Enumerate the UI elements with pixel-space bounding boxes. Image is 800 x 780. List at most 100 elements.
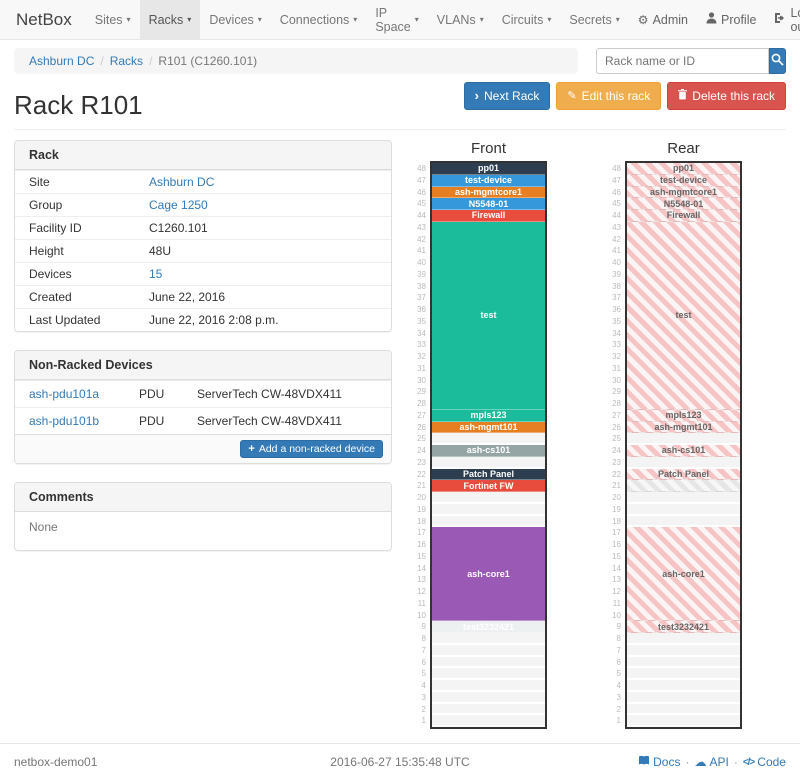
search-icon [771, 53, 784, 69]
rack-device-test-device[interactable]: test-device [432, 175, 545, 187]
rack-device-ash-cs101[interactable]: ash-cs101 [627, 445, 740, 457]
rack-device-fortinet-fw[interactable]: Fortinet FW [432, 480, 545, 492]
api-label: API [709, 755, 728, 769]
breadcrumb-separator: / [149, 54, 152, 68]
nav-item-secrets[interactable]: Secrets▾ [560, 0, 628, 39]
unit-number: 35 [412, 316, 430, 328]
nav-item-ip-space[interactable]: IP Space▾ [366, 0, 427, 39]
last-updated-value: June 22, 2016 2:08 p.m. [149, 313, 278, 327]
rack-search-input[interactable] [596, 48, 769, 74]
device-link[interactable]: ash-pdu101b [29, 414, 139, 428]
profile-label: Profile [721, 13, 756, 27]
device-link[interactable]: ash-pdu101a [29, 387, 139, 401]
rack-elevation-front: Front 4847464544434241403938373635343332… [412, 140, 547, 729]
rear-unit-numbers: 4847464544434241403938373635343332313029… [607, 161, 625, 729]
attr-label: Facility ID [29, 221, 149, 235]
edit-rack-button[interactable]: ✎ Edit this rack [556, 82, 661, 110]
unit-number: 41 [412, 245, 430, 257]
user-icon [706, 12, 717, 27]
height-value: 48U [149, 244, 171, 258]
admin-link[interactable]: ⚙ Admin [629, 0, 697, 39]
rack-device-mpls123[interactable]: mpls123 [432, 410, 545, 422]
rack-device-firewall[interactable]: Firewall [627, 210, 740, 222]
unit-number: 28 [412, 398, 430, 410]
nav-item-connections[interactable]: Connections▾ [271, 0, 367, 39]
rack-unit-empty [432, 433, 545, 445]
rack-device-ash-mgmt101[interactable]: ash-mgmt101 [432, 422, 545, 434]
unit-number: 4 [412, 680, 430, 692]
unit-number: 39 [607, 269, 625, 281]
rack-elevation-rear: Rear 48474645444342414039383736353433323… [607, 140, 742, 729]
rack-device-test[interactable]: test [432, 222, 545, 410]
rack-device-test-device[interactable]: test-device [627, 175, 740, 187]
unit-number: 31 [412, 363, 430, 375]
unit-number: 42 [607, 234, 625, 246]
unit-number: 11 [412, 598, 430, 610]
rack-device-test3232421[interactable]: test3232421 [627, 621, 740, 633]
nav-item-circuits[interactable]: Circuits▾ [493, 0, 561, 39]
rack-device-firewall[interactable]: Firewall [432, 210, 545, 222]
rack-device-mpls123[interactable]: mpls123 [627, 410, 740, 422]
nav-item-devices[interactable]: Devices▾ [200, 0, 270, 39]
rack-unit-empty [432, 704, 545, 716]
attr-label: Created [29, 290, 149, 304]
next-rack-button[interactable]: › Next Rack [464, 82, 551, 110]
rack-device-ash-mgmtcore1[interactable]: ash-mgmtcore1 [627, 187, 740, 199]
rack-device-ash-core1[interactable]: ash-core1 [627, 527, 740, 621]
admin-label: Admin [653, 13, 688, 27]
rack-device-ash-mgmt101[interactable]: ash-mgmt101 [627, 422, 740, 434]
unit-number: 13 [607, 574, 625, 586]
rack-device-n5548-01[interactable]: N5548-01 [627, 198, 740, 210]
nav-item-racks[interactable]: Racks▾ [140, 0, 201, 39]
rear-rack-body: pp01test-deviceash-mgmtcore1N5548-01Fire… [625, 161, 742, 729]
docs-link[interactable]: Docs [638, 755, 680, 769]
unit-number: 22 [607, 469, 625, 481]
nav-item-sites[interactable]: Sites▾ [86, 0, 140, 39]
attr-row-group: Group Cage 1250 [15, 193, 391, 216]
add-non-racked-device-button[interactable]: + Add a non-racked device [240, 440, 383, 458]
rack-unit-empty [627, 657, 740, 669]
rack-device-pp01[interactable]: pp01 [432, 163, 545, 175]
rack-device-patch-panel[interactable]: Patch Panel [432, 469, 545, 481]
rack-device-ash-mgmtcore1[interactable]: ash-mgmtcore1 [432, 187, 545, 199]
unit-number: 15 [412, 551, 430, 563]
delete-rack-button[interactable]: Delete this rack [667, 82, 786, 110]
site-link[interactable]: Ashburn DC [149, 175, 214, 189]
nav-item-vlans[interactable]: VLANs▾ [428, 0, 493, 39]
breadcrumb-separator: / [100, 54, 103, 68]
trash-icon [678, 89, 687, 103]
code-link[interactable]: </> Code [743, 755, 786, 769]
rack-device-pp01[interactable]: pp01 [627, 163, 740, 175]
rack-device-ash-cs101[interactable]: ash-cs101 [432, 445, 545, 457]
non-racked-row: ash-pdu101a PDU ServerTech CW-48VDX411 [15, 380, 391, 407]
unit-number: 6 [607, 657, 625, 669]
api-link[interactable]: ☁ API [694, 755, 728, 769]
footer-timestamp: 2016-06-27 15:35:48 UTC [269, 755, 531, 769]
attr-row-devices: Devices 15 [15, 262, 391, 285]
unit-number: 47 [607, 175, 625, 187]
unit-number: 47 [412, 175, 430, 187]
group-link[interactable]: Cage 1250 [149, 198, 208, 212]
netbox-brand[interactable]: NetBox [10, 0, 86, 39]
non-racked-panel-title: Non-Racked Devices [15, 351, 391, 380]
rack-device-test3232421[interactable]: test3232421 [432, 621, 545, 633]
rack-device-patch-panel[interactable]: Patch Panel [627, 469, 740, 481]
rack-info-panel-title: Rack [15, 141, 391, 170]
unit-number: 34 [607, 328, 625, 340]
breadcrumb-racks-link[interactable]: Racks [110, 54, 143, 68]
profile-link[interactable]: Profile [697, 0, 765, 39]
rack-device-fortinet-fw[interactable] [627, 480, 740, 492]
rack-device-n5548-01[interactable]: N5548-01 [432, 198, 545, 210]
rack-search-button[interactable] [769, 48, 786, 74]
breadcrumb: Ashburn DC / Racks / R101 (C1260.101) [14, 48, 578, 74]
devices-count-link[interactable]: 15 [149, 267, 162, 281]
rack-unit-empty [627, 715, 740, 727]
logout-link[interactable]: Log out [765, 0, 800, 39]
rack-device-ash-core1[interactable]: ash-core1 [432, 527, 545, 621]
rack-device-test[interactable]: test [627, 222, 740, 410]
unit-number: 13 [412, 574, 430, 586]
chevron-down-icon: ▾ [415, 15, 419, 24]
unit-number: 20 [412, 492, 430, 504]
breadcrumb-site-link[interactable]: Ashburn DC [29, 54, 94, 68]
unit-number: 43 [412, 222, 430, 234]
